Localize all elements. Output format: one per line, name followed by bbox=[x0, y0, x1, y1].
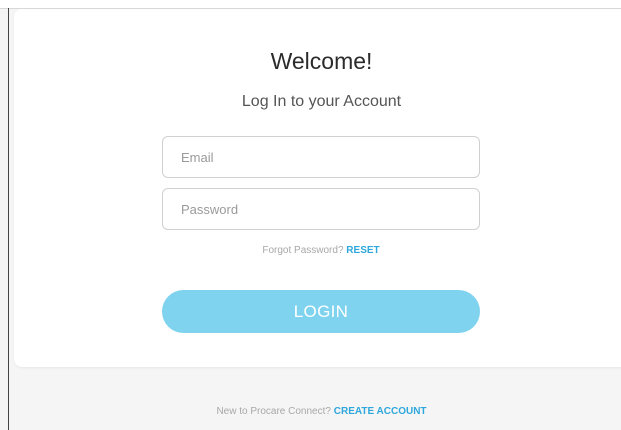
reset-password-link[interactable]: RESET bbox=[346, 245, 379, 256]
create-account-link[interactable]: CREATE ACCOUNT bbox=[334, 406, 427, 417]
left-border-line bbox=[8, 8, 9, 430]
forgot-password-row: Forgot Password? RESET bbox=[162, 245, 480, 256]
forgot-password-prompt: Forgot Password? bbox=[262, 245, 344, 256]
page-title: Welcome! bbox=[270, 48, 373, 74]
login-button[interactable]: LOGIN bbox=[162, 290, 480, 333]
email-field[interactable] bbox=[162, 136, 480, 178]
top-frame-edge bbox=[0, 0, 621, 9]
signup-prompt: New to Procare Connect? bbox=[216, 406, 331, 417]
login-subtitle: Log In to your Account bbox=[241, 93, 402, 110]
signup-footer: New to Procare Connect? CREATE ACCOUNT bbox=[14, 406, 621, 417]
password-field[interactable] bbox=[162, 188, 480, 230]
